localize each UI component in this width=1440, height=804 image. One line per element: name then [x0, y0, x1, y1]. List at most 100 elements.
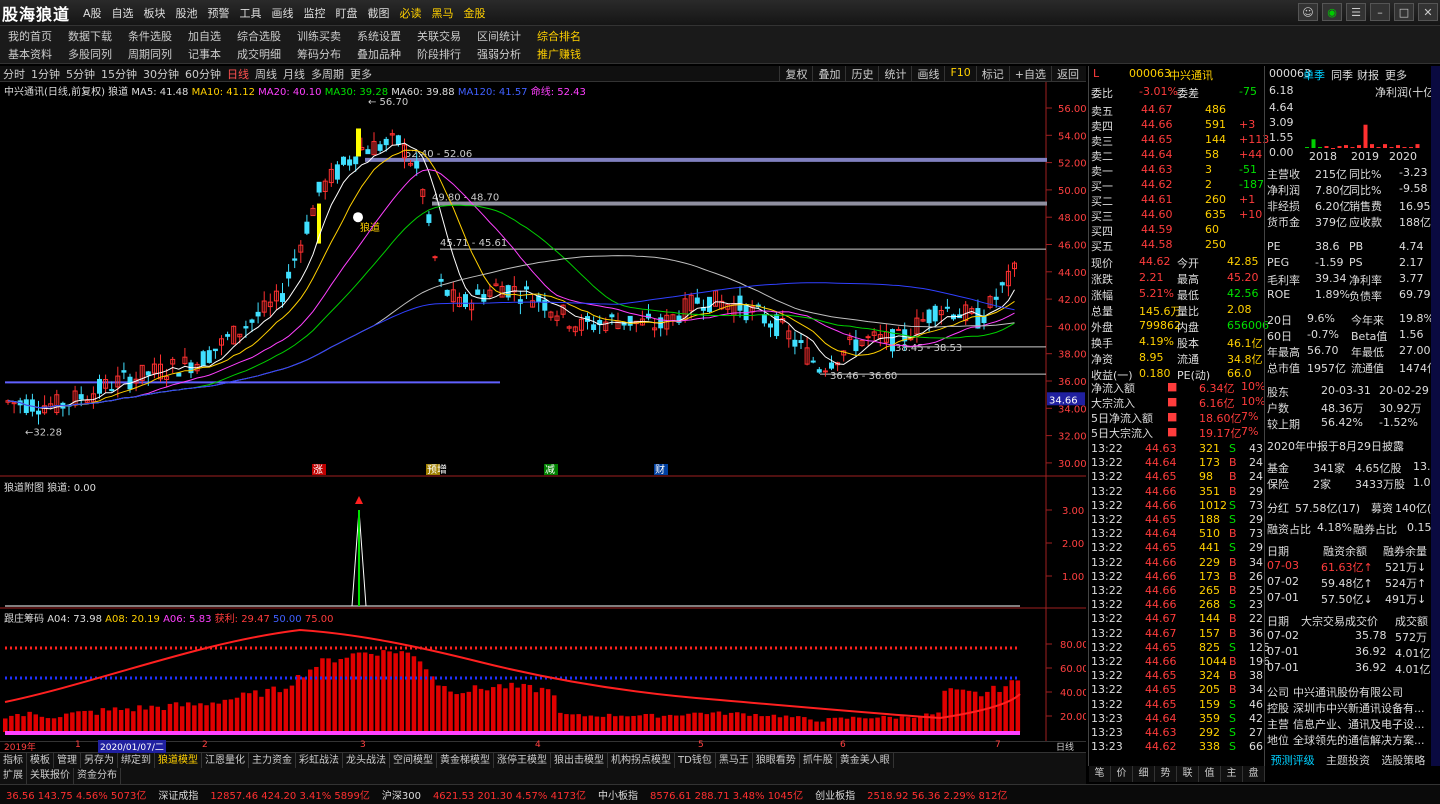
toolbar-notes[interactable]: 记事本 — [180, 46, 229, 62]
indicator-tab[interactable]: 机构拐点模型 — [608, 753, 675, 768]
indicator-tab[interactable]: TD钱包 — [675, 753, 716, 768]
fin-bottom-tab[interactable]: 预测评级 — [1265, 752, 1320, 768]
extension-tab[interactable]: 关联报价 — [27, 768, 74, 784]
quote-tab[interactable]: 势 — [1155, 766, 1177, 782]
menu-alert[interactable]: 预警 — [203, 5, 235, 21]
menu-must-read[interactable]: 必读 — [395, 5, 427, 21]
period-monthly[interactable]: 月线 — [280, 66, 308, 82]
period-weekly[interactable]: 周线 — [252, 66, 280, 82]
maximize-icon[interactable]: □ — [1394, 3, 1414, 21]
indicator-tab[interactable]: 狼出击模型 — [551, 753, 608, 768]
indicator-tab[interactable]: 另存为 — [81, 753, 118, 768]
toolbar-condition[interactable]: 条件选股 — [120, 28, 180, 44]
menu-pool[interactable]: 股池 — [171, 5, 203, 21]
quote-tab[interactable]: 价 — [1111, 766, 1133, 782]
toolbar-promote[interactable]: 推广赚钱 — [529, 46, 589, 62]
toolbar-home[interactable]: 我的首页 — [0, 28, 60, 44]
period-15m[interactable]: 15分钟 — [98, 66, 140, 82]
quote-tab[interactable]: 笔 — [1089, 766, 1111, 782]
minimize-icon[interactable]: – — [1370, 3, 1390, 21]
period-1m[interactable]: 1分钟 — [28, 66, 63, 82]
status-index-name[interactable]: 中小板指 — [592, 787, 644, 802]
toolbar-settings[interactable]: 系统设置 — [349, 28, 409, 44]
indicator-tab[interactable]: 涨停王模型 — [494, 753, 551, 768]
toolbar-stage[interactable]: 阶段排行 — [409, 46, 469, 62]
menu-watch[interactable]: 盯盘 — [331, 5, 363, 21]
status-sh-index[interactable]: 36.56 143.75 4.56% 5073亿 — [0, 787, 152, 802]
tool-overlay[interactable]: 叠加 — [812, 66, 845, 82]
kline-svg[interactable]: 56.00 54.00 52.00 50.00 48.00 46.00 44.00 42.00… — [0, 82, 1086, 742]
fin-bottom-tab[interactable]: 选股策略 — [1376, 752, 1431, 768]
menu-watchlist[interactable]: 自选 — [107, 5, 139, 21]
menu-icon[interactable]: ☰ — [1346, 3, 1366, 21]
toolbar-combo[interactable]: 综合选股 — [229, 28, 289, 44]
menu-sector[interactable]: 板块 — [139, 5, 171, 21]
menu-draw[interactable]: 画线 — [267, 5, 299, 21]
indicator-tab[interactable]: 狼眼看势 — [753, 753, 800, 768]
extension-tab[interactable]: 资金分布 — [74, 768, 121, 784]
indicator-tab[interactable]: 彩虹战法 — [296, 753, 343, 768]
toolbar-train[interactable]: 训练买卖 — [289, 28, 349, 44]
menu-monitor[interactable]: 监控 — [299, 5, 331, 21]
toolbar-related[interactable]: 关联交易 — [409, 28, 469, 44]
tool-stats[interactable]: 统计 — [878, 66, 911, 82]
period-60m[interactable]: 60分钟 — [182, 66, 224, 82]
indicator-tab[interactable]: 黄金梯模型 — [437, 753, 494, 768]
status-index-name[interactable]: 深证成指 — [152, 787, 204, 802]
status-index-name[interactable]: 创业板指 — [809, 787, 861, 802]
close-icon[interactable]: ✕ — [1418, 3, 1438, 21]
indicator-tab[interactable]: 江恩量化 — [202, 753, 249, 768]
indicator-tab[interactable]: 绑定到 — [118, 753, 155, 768]
toolbar-basic[interactable]: 基本资料 — [0, 46, 60, 62]
user-icon[interactable]: ☺ — [1298, 3, 1318, 21]
tool-f10[interactable]: F10 — [944, 66, 975, 82]
menu-tools[interactable]: 工具 — [235, 5, 267, 21]
quote-tab[interactable]: 盘 — [1243, 766, 1265, 782]
tool-mark[interactable]: 标记 — [975, 66, 1009, 82]
tool-draw[interactable]: 画线 — [911, 66, 944, 82]
indicator-tab[interactable]: 黄金美人眼 — [837, 753, 894, 768]
indicator-tab[interactable]: 黑马王 — [716, 753, 753, 768]
toolbar-multi[interactable]: 多股同列 — [60, 46, 120, 62]
indicator-tab[interactable]: 指标 — [0, 753, 27, 768]
tool-history[interactable]: 历史 — [845, 66, 878, 82]
indicator-tab[interactable]: 空间模型 — [390, 753, 437, 768]
toolbar-download[interactable]: 数据下载 — [60, 28, 120, 44]
menu-dark-horse[interactable]: 黑马 — [427, 5, 459, 21]
menu-gold-stock[interactable]: 金股 — [459, 5, 491, 21]
menu-screenshot[interactable]: 截图 — [363, 5, 395, 21]
menu-a-share[interactable]: A股 — [78, 5, 107, 21]
toolbar-strength[interactable]: 强弱分析 — [469, 46, 529, 62]
toolbar-cycle[interactable]: 周期同列 — [120, 46, 180, 62]
tool-adjust[interactable]: 复权 — [779, 66, 812, 82]
quote-tab[interactable]: 主 — [1221, 766, 1243, 782]
period-30m[interactable]: 30分钟 — [140, 66, 182, 82]
chart-area[interactable]: 56.00 54.00 52.00 50.00 48.00 46.00 44.00 42.00… — [0, 82, 1086, 742]
status-index-name[interactable]: 沪深300 — [376, 787, 427, 802]
toolbar-rank[interactable]: 综合排名 — [529, 28, 589, 44]
period-more[interactable]: 更多 — [347, 66, 375, 82]
indicator-tab[interactable]: 管理 — [54, 753, 81, 768]
toolbar-detail[interactable]: 成交明细 — [229, 46, 289, 62]
indicator-tab[interactable]: 主力资金 — [249, 753, 296, 768]
quote-tab[interactable]: 细 — [1133, 766, 1155, 782]
period-daily[interactable]: 日线 — [224, 66, 252, 82]
tool-add-watch[interactable]: +自选 — [1008, 66, 1051, 82]
indicator-tab[interactable]: 龙头战法 — [343, 753, 390, 768]
fin-bottom-tab[interactable]: 主题投资 — [1320, 752, 1375, 768]
quote-tab[interactable]: 值 — [1199, 766, 1221, 782]
indicator-tab[interactable]: 模板 — [27, 753, 54, 768]
indicator-tab[interactable]: 狼道模型 — [155, 753, 202, 768]
quote-tab[interactable]: 联 — [1177, 766, 1199, 782]
toolbar-add-watch[interactable]: 加自选 — [180, 28, 229, 44]
toolbar-chip[interactable]: 筹码分布 — [289, 46, 349, 62]
side-scrollbar[interactable] — [1431, 66, 1440, 766]
toolbar-interval[interactable]: 区间统计 — [469, 28, 529, 44]
extension-tab[interactable]: 扩展 — [0, 768, 27, 784]
indicator-tab[interactable]: 抓牛股 — [800, 753, 837, 768]
toolbar-overlay[interactable]: 叠加品种 — [349, 46, 409, 62]
tool-back[interactable]: 返回 — [1051, 66, 1084, 82]
period-5m[interactable]: 5分钟 — [63, 66, 98, 82]
period-multi[interactable]: 多周期 — [308, 66, 347, 82]
period-intraday[interactable]: 分时 — [0, 66, 28, 82]
